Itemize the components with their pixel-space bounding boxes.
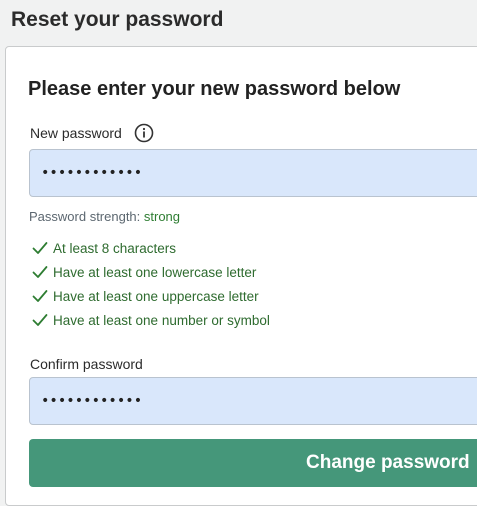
confirm-password-input[interactable] (29, 377, 477, 425)
requirement-item: Have at least one uppercase letter (32, 284, 270, 308)
checkmark-icon (32, 266, 48, 278)
checkmark-icon (32, 242, 48, 254)
requirement-item: Have at least one lowercase letter (32, 260, 270, 284)
new-password-label: New password (30, 125, 122, 141)
password-strength-label: Password strength: (29, 209, 144, 224)
requirement-item: At least 8 characters (32, 236, 270, 260)
password-strength: Password strength: strong (29, 209, 180, 224)
change-password-button[interactable]: Change password (29, 439, 477, 487)
password-requirements-list: At least 8 characters Have at least one … (32, 236, 270, 332)
checkmark-icon (32, 290, 48, 302)
password-strength-value: strong (143, 209, 181, 224)
form-heading: Please enter your new password below (28, 78, 401, 100)
requirement-text: Have at least one lowercase letter (53, 264, 257, 280)
requirement-text: Have at least one number or symbol (53, 312, 270, 328)
page-header: Reset your password (0, 0, 477, 46)
new-password-input[interactable] (29, 149, 477, 197)
confirm-password-label: Confirm password (30, 356, 143, 372)
requirement-text: Have at least one uppercase letter (53, 288, 259, 304)
checkmark-icon (32, 314, 48, 326)
requirement-text: At least 8 characters (53, 240, 177, 256)
reset-password-card: Please enter your new password below New… (5, 46, 477, 506)
info-circle-icon[interactable] (134, 123, 154, 143)
page-title: Reset your password (11, 8, 224, 31)
requirement-item: Have at least one number or symbol (32, 308, 270, 332)
